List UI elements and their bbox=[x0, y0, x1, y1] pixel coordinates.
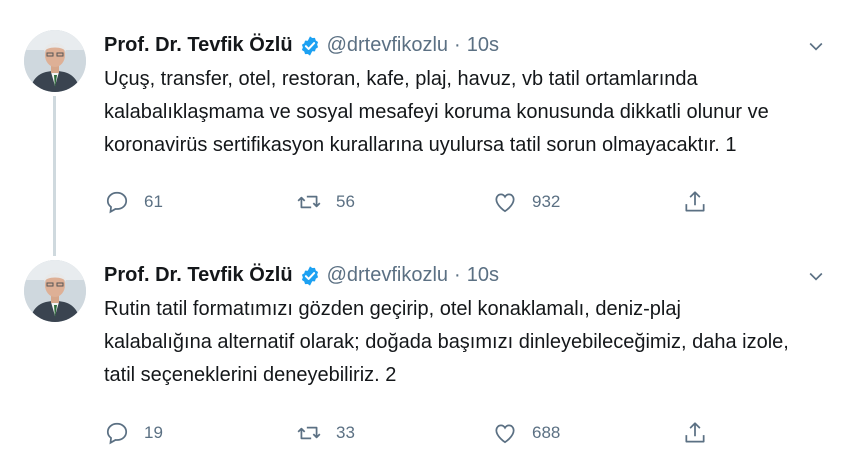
tweet[interactable]: Prof. Dr. Tevfik Özlü @drtevfikozlu · 10… bbox=[0, 245, 850, 475]
heart-outline-icon bbox=[495, 424, 515, 444]
verified-badge-icon bbox=[299, 35, 321, 57]
tweet-timestamp[interactable]: 10s bbox=[467, 264, 499, 287]
reply-count: 61 bbox=[144, 192, 163, 211]
like-count: 932 bbox=[532, 192, 561, 211]
tweet-text-line: koronavirüs sertifikasyon kurallarına uy… bbox=[104, 134, 737, 156]
tweet-actions: 19 33 688 bbox=[104, 420, 724, 450]
speech-bubble-icon bbox=[106, 191, 128, 214]
tweet-text-line: tatil seçeneklerini deneyebiliriz. 2 bbox=[104, 364, 397, 386]
retweet-arrows-icon bbox=[297, 195, 321, 209]
tweet[interactable]: Prof. Dr. Tevfik Özlü @drtevfikozlu · 10… bbox=[0, 0, 850, 256]
reply-button[interactable]: 61 bbox=[104, 189, 163, 215]
retweet-arrows-icon bbox=[297, 426, 321, 440]
tweet-text: Uçuş, transfer, otel, restoran, kafe, pl… bbox=[104, 63, 824, 162]
like-count: 688 bbox=[532, 423, 561, 442]
tweet-header: Prof. Dr. Tevfik Özlü @drtevfikozlu · 10… bbox=[104, 34, 499, 57]
retweet-count: 56 bbox=[336, 192, 355, 211]
share-button[interactable] bbox=[682, 420, 722, 446]
heart-outline-icon bbox=[495, 193, 515, 213]
avatar[interactable] bbox=[24, 260, 86, 322]
thread-connector-line bbox=[53, 96, 56, 256]
retweet-button[interactable]: 56 bbox=[296, 189, 355, 215]
tweet-text-line: Rutin tatil formatımızı gözden geçirip, … bbox=[104, 298, 681, 320]
author-name[interactable]: Prof. Dr. Tevfik Özlü bbox=[104, 34, 293, 57]
like-button[interactable]: 932 bbox=[492, 189, 560, 215]
speech-bubble-icon bbox=[106, 422, 128, 445]
share-button[interactable] bbox=[682, 189, 722, 215]
avatar[interactable] bbox=[24, 30, 86, 92]
like-button[interactable]: 688 bbox=[492, 420, 560, 446]
tweet-text-line: kalabalığına alternatif olarak; doğada b… bbox=[104, 331, 789, 353]
retweet-count: 33 bbox=[336, 423, 355, 442]
tweet-text-line: Uçuş, transfer, otel, restoran, kafe, pl… bbox=[104, 68, 698, 90]
author-name[interactable]: Prof. Dr. Tevfik Özlü bbox=[104, 264, 293, 287]
author-handle[interactable]: @drtevfikozlu bbox=[327, 264, 448, 287]
tweet-timestamp[interactable]: 10s bbox=[467, 34, 499, 57]
chevron-down-icon[interactable] bbox=[806, 36, 826, 56]
tweet-header: Prof. Dr. Tevfik Özlü @drtevfikozlu · 10… bbox=[104, 264, 499, 287]
reply-button[interactable]: 19 bbox=[104, 420, 163, 446]
reply-count: 19 bbox=[144, 423, 163, 442]
tweet-text-line: kalabalıklaşmama ve sosyal mesafeyi koru… bbox=[104, 101, 769, 123]
share-upload-icon bbox=[685, 422, 705, 443]
author-handle[interactable]: @drtevfikozlu bbox=[327, 34, 448, 57]
tweet-actions: 61 56 932 bbox=[104, 189, 724, 219]
separator-dot: · bbox=[454, 264, 461, 286]
share-upload-icon bbox=[685, 191, 705, 212]
verified-badge-icon bbox=[299, 265, 321, 287]
chevron-down-icon[interactable] bbox=[806, 266, 826, 286]
separator-dot: · bbox=[454, 34, 461, 56]
retweet-button[interactable]: 33 bbox=[296, 420, 355, 446]
tweet-text: Rutin tatil formatımızı gözden geçirip, … bbox=[104, 293, 824, 392]
